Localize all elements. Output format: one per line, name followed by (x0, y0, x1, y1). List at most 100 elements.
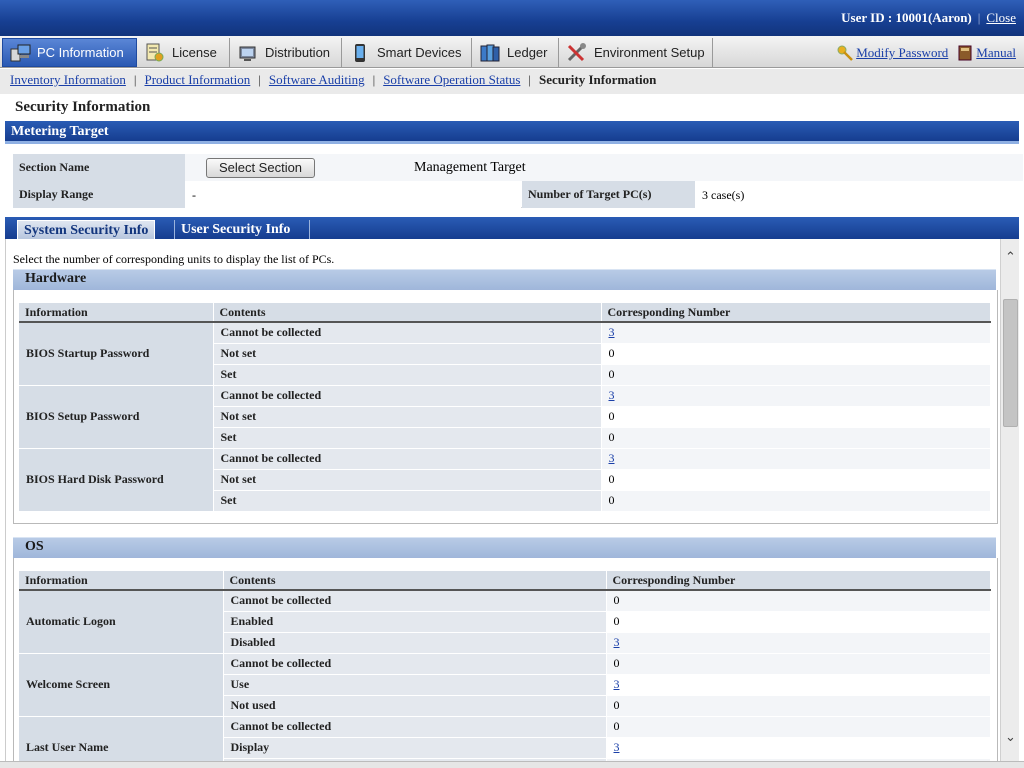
contents-cell: Not set (213, 406, 602, 428)
subnav-product-information[interactable]: Product Information (145, 72, 251, 87)
tools-icon (566, 42, 588, 63)
display-range-row: Display Range - Number of Target PC(s) 3… (13, 181, 1023, 208)
corresponding-number-link[interactable]: 3 (614, 635, 620, 649)
table-row: Automatic Logon Cannot be collected 0 (19, 590, 990, 654)
corresponding-number-link[interactable]: 3 (609, 451, 615, 465)
contents-cell: Cannot be collected (223, 590, 607, 612)
ledger-icon (479, 43, 501, 63)
tab-smart-devices[interactable]: Smart Devices (343, 38, 472, 67)
management-target-label: Management Target (414, 160, 526, 175)
table-row: BIOS Startup Password Cannot be collected… (19, 322, 990, 386)
tab-license[interactable]: License (138, 38, 230, 67)
info-cell: Automatic Logon (19, 590, 224, 654)
contents-cell: Cannot be collected (213, 448, 602, 470)
contents-cell: Enabled (223, 611, 607, 633)
display-range-label: Display Range (13, 181, 185, 208)
select-section-button[interactable]: Select Section (206, 158, 315, 178)
subnav-software-operation-status[interactable]: Software Operation Status (383, 72, 520, 87)
contents-cell: Cannot be collected (213, 322, 602, 344)
contents-cell: Cannot be collected (223, 653, 607, 675)
table-row: BIOS Setup Password Cannot be collected 3 (19, 385, 990, 449)
number-cell: 0 (601, 343, 990, 365)
tab-distribution[interactable]: Distribution (231, 38, 342, 67)
contents-cell: Not used (223, 695, 607, 717)
info-cell: BIOS Setup Password (19, 385, 214, 449)
contents-cell: Set (213, 427, 602, 449)
info-cell: Welcome Screen (19, 653, 224, 717)
corresponding-number-link[interactable]: 3 (609, 388, 615, 402)
tab-label: Smart Devices (377, 45, 462, 60)
number-cell: 0 (601, 364, 990, 386)
number-cell: 0 (601, 490, 990, 512)
number-cell: 3 (606, 632, 990, 654)
user-id-label: User ID : 10001(Aaron) (841, 10, 972, 25)
hardware-table: Information Contents Corresponding Numbe… (19, 303, 991, 512)
key-icon (837, 45, 854, 61)
os-table: Information Contents Corresponding Numbe… (19, 571, 991, 761)
number-cell: 0 (606, 611, 990, 633)
table-row: Last User Name Cannot be collected 0 (19, 716, 990, 761)
security-content: Select the number of corresponding units… (5, 239, 1000, 761)
corresponding-number-link[interactable]: 3 (609, 325, 615, 339)
number-cell: 3 (606, 737, 990, 759)
col-contents: Contents (213, 303, 602, 323)
sub-nav: Inventory Information | Product Informatio… (0, 69, 1024, 94)
contents-cell: Not set (213, 343, 602, 365)
subnav-software-auditing[interactable]: Software Auditing (269, 72, 365, 87)
col-corresponding-number: Corresponding Number (606, 571, 991, 591)
table-row: Welcome Screen Cannot be collected 0 (19, 653, 990, 717)
instruction-text: Select the number of corresponding units… (13, 252, 335, 266)
smart-device-icon (349, 43, 371, 63)
number-cell: 0 (601, 469, 990, 491)
corresponding-number-link[interactable]: 3 (614, 677, 620, 691)
table-row: BIOS Hard Disk Password Cannot be collect… (19, 448, 990, 512)
info-cell: Last User Name (19, 716, 224, 761)
manual-link[interactable]: Manual (976, 45, 1016, 61)
info-cell: BIOS Startup Password (19, 322, 214, 386)
tab-pc-information[interactable]: PC Information (2, 38, 137, 67)
col-information: Information (19, 571, 224, 591)
user-area: User ID : 10001(Aaron) | Close (841, 10, 1016, 25)
number-cell: 3 (601, 385, 990, 407)
top-bar: User ID : 10001(Aaron) | Close (0, 0, 1024, 36)
tab-user-security-info[interactable]: User Security Info (174, 220, 296, 239)
utility-links: Modify Password Manual (837, 45, 1016, 61)
col-contents: Contents (223, 571, 607, 591)
modify-password-link[interactable]: Modify Password (856, 45, 948, 61)
tab-label: PC Information (37, 45, 124, 60)
page-title: Security Information (15, 99, 151, 115)
corresponding-number-link[interactable]: 3 (614, 740, 620, 754)
number-cell: 0 (606, 653, 990, 675)
target-pcs-value: 3 case(s) (695, 181, 1023, 208)
number-cell: 0 (606, 716, 990, 738)
contents-cell: Use (223, 674, 607, 696)
metering-target-header: Metering Target (5, 121, 1019, 144)
license-icon (144, 43, 166, 63)
tab-system-security-info[interactable]: System Security Info (17, 220, 156, 239)
number-cell: 0 (606, 590, 990, 612)
pc-icon (9, 43, 31, 63)
subnav-security-information: Security Information (539, 72, 657, 87)
info-cell: BIOS Hard Disk Password (19, 448, 214, 512)
contents-cell: Cannot be collected (213, 385, 602, 407)
target-pcs-label: Number of Target PC(s) (522, 181, 695, 208)
tab-label: Distribution (265, 45, 331, 60)
scroll-up-icon[interactable]: ⌃ (1004, 249, 1017, 265)
number-cell: 0 (606, 695, 990, 717)
os-section-header: OS (13, 537, 996, 558)
contents-cell: Set (213, 364, 602, 386)
contents-cell: Display (223, 737, 607, 759)
scroll-thumb[interactable] (1003, 299, 1018, 427)
col-information: Information (19, 303, 214, 323)
close-link[interactable]: Close (986, 10, 1016, 25)
section-name-label: Section Name (13, 154, 185, 181)
vertical-scrollbar[interactable]: ⌃ ⌄ (1000, 239, 1019, 761)
manual-icon (957, 45, 973, 61)
tab-ledger[interactable]: Ledger (473, 38, 559, 67)
subnav-inventory-information[interactable]: Inventory Information (10, 72, 126, 87)
tab-environment-setup[interactable]: Environment Setup (560, 38, 713, 67)
distribution-icon (237, 43, 259, 63)
scroll-down-icon[interactable]: ⌄ (1004, 729, 1017, 745)
contents-cell: Not set (213, 469, 602, 491)
contents-cell: Set (213, 490, 602, 512)
